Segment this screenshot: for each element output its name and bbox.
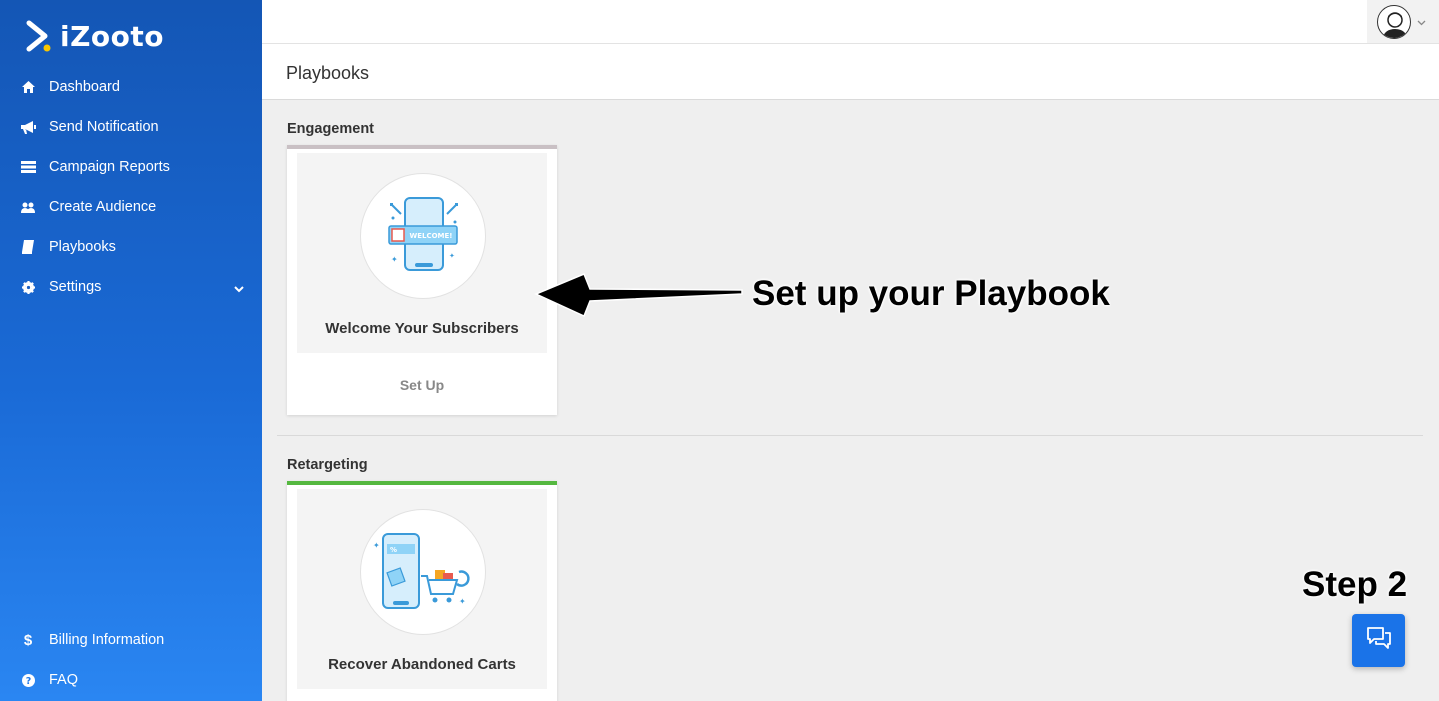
card-preview: WELCOME! ✦ ✦ Welcome Your Subscribers bbox=[297, 153, 547, 353]
sidebar-item-settings[interactable]: Settings bbox=[0, 267, 262, 307]
logo-text: iZooto bbox=[60, 19, 164, 53]
sidebar-item-campaign-reports[interactable]: Campaign Reports bbox=[0, 147, 262, 187]
svg-text:✦: ✦ bbox=[449, 252, 455, 260]
dollar-icon: $ bbox=[23, 631, 33, 649]
sidebar-item-label: Dashboard bbox=[49, 79, 120, 95]
svg-text:?: ? bbox=[25, 676, 31, 687]
page-title: Playbooks bbox=[286, 63, 370, 83]
users-icon bbox=[20, 199, 36, 215]
chevron-down-icon[interactable] bbox=[234, 281, 244, 297]
playbook-card-abandoned-carts[interactable]: % ✦ ✦ Recover Abandoned Carts bbox=[287, 481, 557, 701]
annotation-label: Set up your Playbook bbox=[752, 274, 1110, 313]
step-label: Step 2 bbox=[1302, 565, 1408, 604]
megaphone-icon bbox=[20, 119, 36, 135]
card-preview: % ✦ ✦ Recover Abandoned Carts bbox=[297, 489, 547, 689]
sidebar-item-label: Create Audience bbox=[49, 199, 157, 215]
sidebar-item-faq[interactable]: ? FAQ bbox=[0, 660, 262, 700]
chat-button[interactable] bbox=[1352, 614, 1405, 667]
chevron-down-icon bbox=[1417, 13, 1426, 31]
page-header: Playbooks bbox=[262, 44, 1439, 100]
card-title: Recover Abandoned Carts bbox=[328, 656, 516, 673]
playbook-card-welcome[interactable]: WELCOME! ✦ ✦ Welcome Your Subscribers Se… bbox=[287, 145, 557, 415]
avatar bbox=[1377, 4, 1411, 39]
gear-icon bbox=[20, 279, 36, 295]
sidebar-item-dashboard[interactable]: Dashboard bbox=[0, 67, 262, 107]
sidebar-item-label: Send Notification bbox=[49, 119, 159, 135]
logo-mark-icon bbox=[26, 20, 52, 52]
svg-text:✦: ✦ bbox=[459, 597, 466, 606]
home-icon bbox=[20, 79, 36, 95]
top-bar bbox=[262, 0, 1439, 44]
sidebar-item-label: Playbooks bbox=[49, 239, 116, 255]
svg-text:✦: ✦ bbox=[373, 541, 380, 550]
sidebar-item-create-audience[interactable]: Create Audience bbox=[0, 187, 262, 227]
book-icon bbox=[20, 239, 36, 255]
sidebar-item-send-notification[interactable]: Send Notification bbox=[0, 107, 262, 147]
section-divider bbox=[277, 435, 1423, 436]
svg-text:✦: ✦ bbox=[391, 255, 398, 264]
setup-button[interactable]: Set Up bbox=[287, 377, 557, 393]
sidebar: iZooto Dashboard Send Notification Campa… bbox=[0, 0, 262, 701]
sidebar-item-label: Settings bbox=[49, 279, 102, 295]
sidebar-item-label: Billing Information bbox=[49, 632, 165, 648]
user-menu[interactable] bbox=[1367, 0, 1439, 43]
question-icon: ? bbox=[20, 672, 36, 688]
sidebar-nav: Dashboard Send Notification Campaign Rep… bbox=[0, 67, 262, 307]
card-title: Welcome Your Subscribers bbox=[325, 320, 519, 337]
section-title-retargeting: Retargeting bbox=[287, 457, 368, 473]
sidebar-item-label: Campaign Reports bbox=[49, 159, 170, 175]
welcome-illustration-icon: WELCOME! ✦ ✦ bbox=[360, 173, 486, 299]
sidebar-item-label: FAQ bbox=[49, 672, 79, 688]
annotation-arrow-icon bbox=[534, 273, 743, 318]
sidebar-bottom-nav: $ Billing Information ? FAQ bbox=[0, 620, 262, 700]
reports-icon bbox=[20, 159, 36, 175]
section-title-engagement: Engagement bbox=[287, 121, 375, 137]
izooto-logo[interactable]: iZooto bbox=[26, 18, 164, 54]
chat-icon bbox=[1366, 626, 1392, 655]
sidebar-item-playbooks[interactable]: Playbooks bbox=[0, 227, 262, 267]
welcome-badge-text: WELCOME! bbox=[410, 232, 453, 240]
cart-badge-text: % bbox=[390, 546, 397, 554]
sidebar-item-billing[interactable]: $ Billing Information bbox=[0, 620, 262, 660]
cart-illustration-icon: % ✦ ✦ bbox=[360, 509, 486, 635]
